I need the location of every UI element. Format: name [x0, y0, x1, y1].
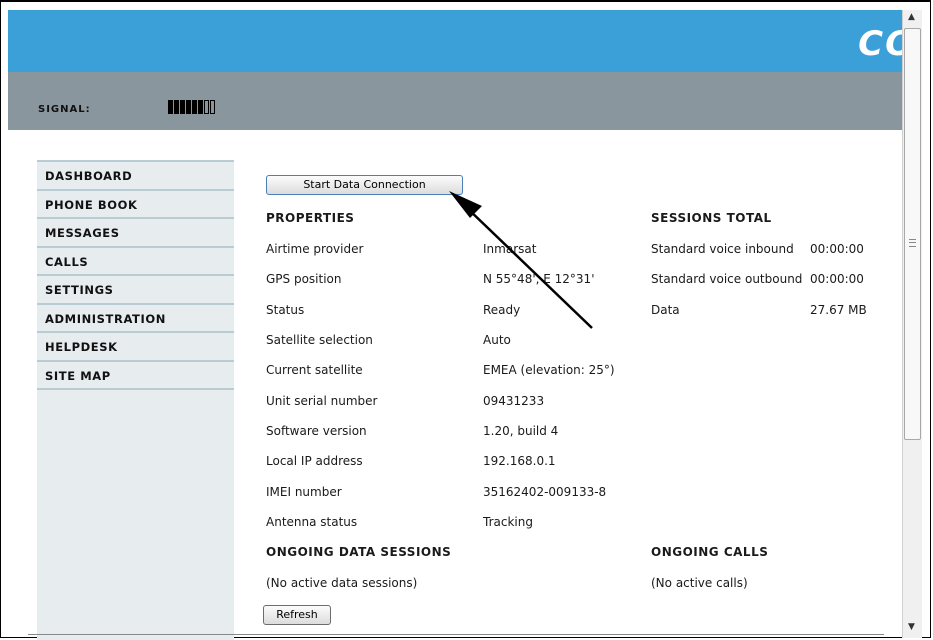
- scroll-grip-icon: [909, 239, 916, 247]
- scrollbar-thumb[interactable]: [904, 28, 921, 440]
- horizontal-scrollbar[interactable]: [28, 634, 884, 639]
- annotation-arrow-icon: [449, 191, 593, 329]
- scroll-up-icon[interactable]: ▲: [908, 12, 915, 22]
- vertical-scrollbar[interactable]: ▲ ▼: [902, 10, 922, 638]
- scroll-down-icon[interactable]: ▼: [908, 622, 915, 632]
